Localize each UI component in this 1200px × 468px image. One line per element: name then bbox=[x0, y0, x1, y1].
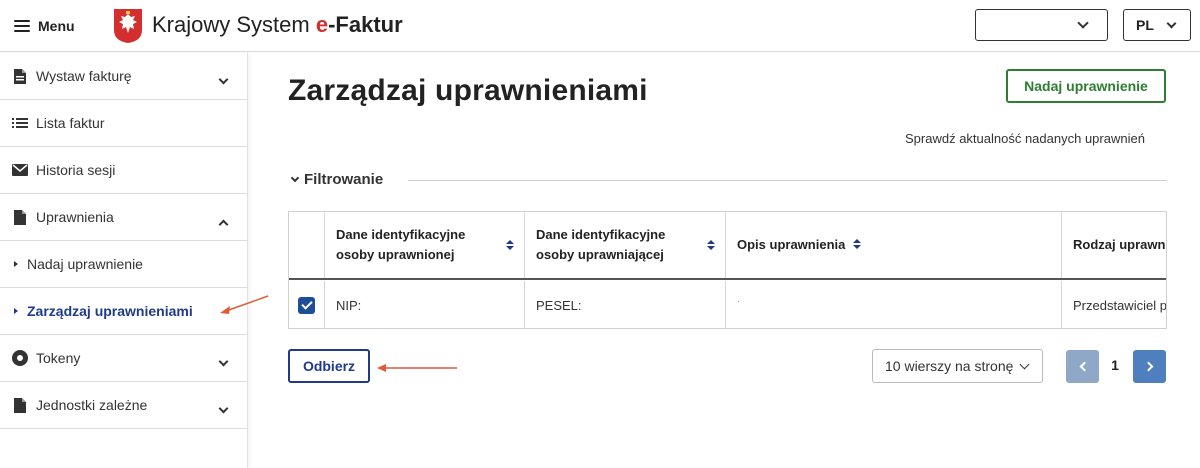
table-cell: Przedstawiciel p bbox=[1073, 297, 1167, 313]
menu-button[interactable]: Menu bbox=[14, 14, 75, 38]
table-row: NIP: PESEL: · Przedstawiciel p bbox=[289, 281, 1167, 328]
sidebar-item-tokeny[interactable]: Tokeny bbox=[0, 335, 247, 382]
sidebar-item-wystaw-fakture[interactable]: Wystaw fakturę bbox=[0, 53, 247, 100]
sort-icon[interactable] bbox=[707, 240, 715, 252]
column-header-type[interactable]: Rodzaj uprawn bbox=[1062, 212, 1166, 278]
chevron-down-icon bbox=[218, 356, 229, 367]
row-checkbox[interactable] bbox=[298, 296, 315, 314]
column-header-description[interactable]: Opis uprawnienia bbox=[726, 212, 1062, 278]
document-icon bbox=[12, 68, 28, 84]
polish-eagle-logo bbox=[114, 9, 142, 43]
sidebar-item-label: Lista faktur bbox=[36, 115, 105, 131]
envelope-icon bbox=[12, 162, 28, 178]
brand-e: e bbox=[315, 12, 329, 37]
header-text: osoby uprawnionej bbox=[336, 247, 455, 262]
sidebar-item-lista-faktur[interactable]: Lista faktur bbox=[0, 100, 247, 147]
table-cell: · bbox=[726, 281, 1062, 328]
table-header: Dane identyfikacyjne osoby uprawnionej Da… bbox=[289, 212, 1166, 280]
next-page-button[interactable] bbox=[1133, 350, 1166, 383]
brand-suffix: -Faktur bbox=[328, 12, 403, 37]
language-select[interactable]: PL bbox=[1123, 9, 1191, 41]
rows-per-page-select[interactable]: 10 wierszy na stronę bbox=[872, 349, 1043, 383]
sidebar-item-label: Zarządzaj uprawnieniami bbox=[27, 303, 193, 319]
bullet-icon bbox=[14, 261, 18, 267]
context-select[interactable] bbox=[975, 9, 1108, 41]
chevron-down-icon bbox=[290, 173, 300, 182]
sidebar-item-label: Wystaw fakturę bbox=[36, 68, 132, 84]
column-header-authorized[interactable]: Dane identyfikacyjne osoby uprawnionej bbox=[325, 212, 525, 278]
table-cell: PESEL: bbox=[525, 281, 726, 328]
chevron-left-icon bbox=[1079, 361, 1089, 372]
divider bbox=[408, 180, 1167, 181]
row-select-cell bbox=[289, 281, 325, 328]
chevron-down-icon bbox=[218, 74, 229, 85]
sidebar-item-nadaj-uprawnienie[interactable]: Nadaj uprawnienie bbox=[0, 241, 247, 288]
sidebar-item-label: Tokeny bbox=[36, 350, 81, 366]
bullet-icon bbox=[14, 308, 18, 314]
header-text: Dane identyfikacyjne bbox=[536, 227, 666, 242]
sidebar-item-label: Jednostki zależne bbox=[36, 397, 148, 413]
header-text: Rodzaj uprawn bbox=[1073, 237, 1166, 252]
sidebar: Wystaw fakturę Lista faktur Historia ses… bbox=[0, 53, 248, 468]
previous-page-button[interactable] bbox=[1066, 350, 1099, 383]
header-text: osoby uprawniającej bbox=[536, 247, 664, 262]
column-header-authorizing[interactable]: Dane identyfikacyjne osoby uprawniającej bbox=[525, 212, 726, 278]
sidebar-item-label: Uprawnienia bbox=[36, 209, 114, 225]
revoke-button[interactable]: Odbierz bbox=[288, 349, 370, 383]
chevron-down-icon bbox=[1166, 18, 1177, 28]
top-bar: Menu Krajowy System e-Faktur PL bbox=[0, 0, 1200, 52]
filter-label: Filtrowanie bbox=[304, 171, 384, 188]
document-icon bbox=[12, 397, 28, 413]
document-icon bbox=[12, 209, 28, 225]
sidebar-item-jednostki-zalezne[interactable]: Jednostki zależne bbox=[0, 382, 247, 429]
check-permissions-text[interactable]: Sprawdź aktualność nadanych uprawnień bbox=[905, 131, 1167, 146]
chevron-up-icon bbox=[218, 219, 229, 230]
language-value: PL bbox=[1136, 17, 1154, 33]
sidebar-item-zarzadzaj-uprawnieniami[interactable]: Zarządzaj uprawnieniami bbox=[0, 288, 247, 335]
sidebar-item-label: Historia sesji bbox=[36, 162, 116, 178]
table-cell: NIP: bbox=[325, 281, 525, 328]
chevron-down-icon bbox=[1019, 359, 1030, 370]
brand-title: Krajowy System e-Faktur bbox=[152, 12, 403, 38]
chevron-down-icon bbox=[218, 403, 229, 414]
sidebar-item-historia-sesji[interactable]: Historia sesji bbox=[0, 147, 247, 194]
page-title: Zarządzaj uprawnieniami bbox=[288, 74, 648, 107]
rows-per-page-value: 10 wierszy na stronę bbox=[885, 358, 1014, 374]
grant-permission-button[interactable]: Nadaj uprawnienie bbox=[1006, 69, 1166, 103]
token-icon bbox=[12, 350, 28, 366]
current-page-number[interactable]: 1 bbox=[1105, 357, 1125, 373]
list-icon bbox=[12, 115, 28, 131]
sort-icon[interactable] bbox=[853, 239, 862, 251]
header-text: Opis uprawnienia bbox=[737, 237, 846, 252]
hamburger-icon bbox=[14, 20, 30, 32]
chevron-right-icon bbox=[1143, 361, 1153, 372]
chevron-down-icon bbox=[1077, 17, 1089, 29]
menu-label: Menu bbox=[38, 18, 75, 34]
brand-prefix: Krajowy System bbox=[152, 12, 316, 37]
filter-toggle[interactable]: Filtrowanie bbox=[290, 171, 384, 188]
sidebar-item-label: Nadaj uprawnienie bbox=[27, 256, 143, 272]
permissions-table: Dane identyfikacyjne osoby uprawnionej Da… bbox=[288, 211, 1167, 329]
sort-icon[interactable] bbox=[506, 240, 514, 252]
select-column-header bbox=[289, 212, 325, 278]
header-text: Dane identyfikacyjne bbox=[336, 227, 466, 242]
sidebar-item-uprawnienia[interactable]: Uprawnienia bbox=[0, 194, 247, 241]
